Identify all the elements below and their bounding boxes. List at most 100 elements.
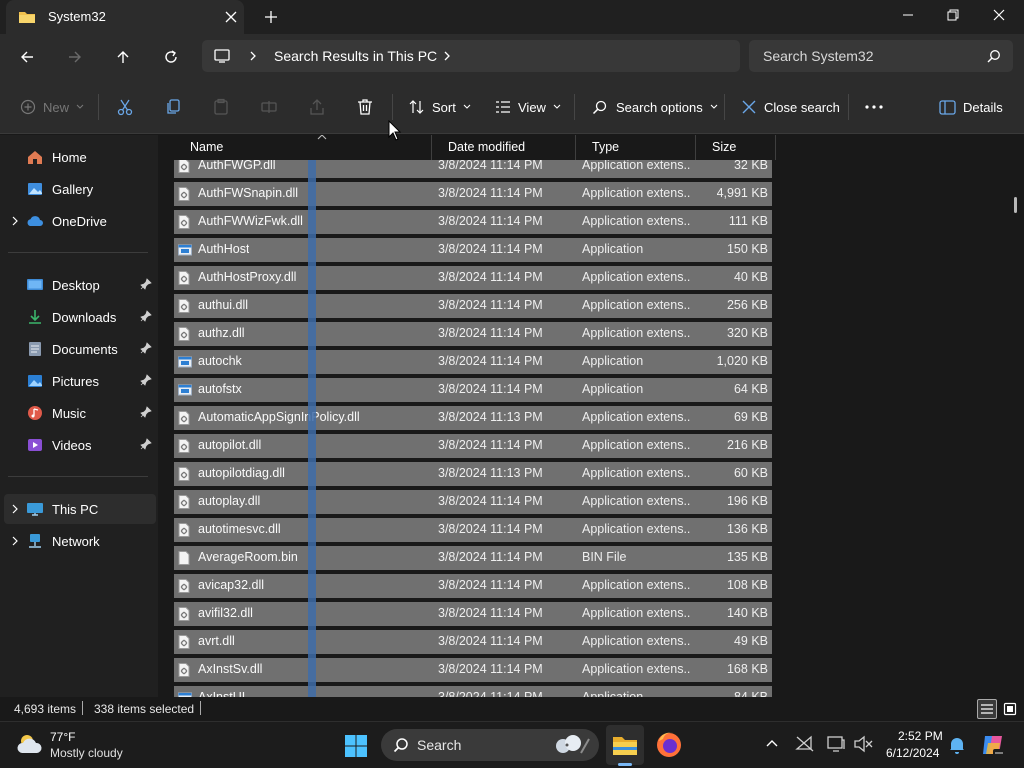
notification-bell-icon[interactable]	[948, 735, 966, 755]
view-button[interactable]: View	[495, 95, 561, 119]
delete-button[interactable]	[356, 95, 374, 119]
minimize-icon[interactable]	[885, 0, 931, 30]
large-icons-view-icon[interactable]	[1000, 699, 1020, 719]
share-button[interactable]	[308, 95, 326, 119]
dll-file-icon	[178, 663, 190, 677]
weather-cloud-icon[interactable]	[16, 732, 44, 756]
sidebar-item-this-pc[interactable]: This PC	[4, 494, 156, 524]
tab-system32[interactable]: System32	[6, 0, 244, 34]
chevron-down-icon	[710, 104, 718, 110]
table-row[interactable]: autotimesvc.dll 3/8/2024 11:14 PM Applicat…	[174, 518, 772, 542]
search-icon[interactable]	[987, 49, 1001, 63]
table-row[interactable]: AxInstUI 3/8/2024 11:14 PM Application 84 K…	[174, 686, 772, 697]
dll-file-icon	[178, 299, 190, 313]
title-bar: System32	[0, 0, 1024, 34]
up-arrow-icon[interactable]	[110, 44, 136, 70]
sort-button[interactable]: Sort	[408, 95, 471, 119]
more-options-button[interactable]	[864, 95, 884, 119]
copy-button[interactable]	[164, 95, 182, 119]
new-tab-icon[interactable]	[262, 8, 280, 26]
pictures-icon	[26, 373, 44, 389]
clock-date[interactable]: 6/12/2024	[886, 746, 939, 760]
details-view-icon[interactable]	[977, 699, 997, 719]
dll-file-icon	[178, 160, 190, 173]
table-row[interactable]: autoplay.dll 3/8/2024 11:14 PM Application…	[174, 490, 772, 514]
file-type: Application extens...	[582, 270, 690, 284]
close-search-button[interactable]: Close search	[741, 95, 840, 119]
chevron-right-icon[interactable]	[248, 50, 258, 62]
file-date-modified: 3/8/2024 11:14 PM	[438, 690, 543, 697]
sidebar-item-music[interactable]: Music	[4, 398, 156, 428]
sidebar-item-gallery[interactable]: Gallery	[4, 174, 156, 204]
dll-file-icon	[178, 411, 190, 425]
clock-time[interactable]: 2:52 PM	[898, 729, 943, 743]
details-button[interactable]: Details	[939, 95, 1003, 119]
chevron-right-icon[interactable]	[442, 50, 452, 62]
close-window-icon[interactable]	[976, 0, 1022, 30]
file-date-modified: 3/8/2024 11:14 PM	[438, 160, 543, 172]
close-tab-icon[interactable]	[222, 8, 240, 26]
column-date-modified[interactable]: Date modified	[432, 135, 576, 160]
refresh-icon[interactable]	[158, 44, 184, 70]
column-type[interactable]: Type	[576, 135, 696, 160]
table-row[interactable]: autofstx 3/8/2024 11:14 PM Application 64 K…	[174, 378, 772, 402]
table-row[interactable]: AverageRoom.bin 3/8/2024 11:14 PM BIN File…	[174, 546, 772, 570]
no-network-icon[interactable]	[795, 735, 815, 753]
sidebar-item-pictures[interactable]: Pictures	[4, 366, 156, 396]
table-row[interactable]: AuthHostProxy.dll 3/8/2024 11:14 PM Applic…	[174, 266, 772, 290]
column-size[interactable]: Size	[696, 135, 776, 160]
chevron-right-icon[interactable]	[4, 536, 26, 546]
sidebar-item-videos[interactable]: Videos	[4, 430, 156, 460]
table-row[interactable]: authui.dll 3/8/2024 11:14 PM Application e…	[174, 294, 772, 318]
volume-muted-icon[interactable]	[853, 735, 873, 753]
table-row[interactable]: AxInstSv.dll 3/8/2024 11:14 PM Application…	[174, 658, 772, 682]
new-button[interactable]: New	[20, 95, 84, 119]
taskbar-search-box[interactable]: Search	[381, 729, 599, 761]
search-input[interactable]: Search System32	[749, 40, 1013, 72]
restore-icon[interactable]	[930, 0, 976, 30]
file-date-modified: 3/8/2024 11:13 PM	[438, 466, 543, 480]
table-row[interactable]: autopilot.dll 3/8/2024 11:14 PM Applicatio…	[174, 434, 772, 458]
address-text[interactable]: Search Results in This PC	[274, 48, 437, 64]
sidebar-item-onedrive[interactable]: OneDrive	[4, 206, 156, 236]
file-size: 32 KB	[733, 160, 768, 172]
table-row[interactable]: autopilotdiag.dll 3/8/2024 11:13 PM Applic…	[174, 462, 772, 486]
chevron-right-icon[interactable]	[4, 504, 26, 514]
cut-button[interactable]	[116, 95, 134, 119]
file-explorer-taskbar-icon[interactable]	[606, 725, 644, 765]
table-row[interactable]: avifil32.dll 3/8/2024 11:14 PM Application…	[174, 602, 772, 626]
rename-button[interactable]	[260, 95, 278, 119]
sidebar-item-documents[interactable]: Documents	[4, 334, 156, 364]
table-row[interactable]: AuthHost 3/8/2024 11:14 PM Application 150 …	[174, 238, 772, 262]
scrollbar-thumb[interactable]	[1014, 197, 1017, 213]
file-size: 4,991 KB	[716, 186, 768, 200]
firefox-icon[interactable]	[655, 731, 683, 759]
back-arrow-icon[interactable]	[14, 44, 40, 70]
close-search-label: Close search	[764, 99, 840, 115]
chevron-up-icon[interactable]	[765, 738, 779, 748]
paste-button[interactable]	[212, 95, 230, 119]
table-row[interactable]: authz.dll 3/8/2024 11:14 PM Application ex…	[174, 322, 772, 346]
forward-arrow-icon[interactable]	[62, 44, 88, 70]
display-icon[interactable]	[826, 735, 846, 753]
sidebar-item-desktop[interactable]: Desktop	[4, 270, 156, 300]
table-row[interactable]: autochk 3/8/2024 11:14 PM Application 1,020…	[174, 350, 772, 374]
dll-file-icon	[178, 607, 190, 621]
sidebar-item-network[interactable]: Network	[4, 526, 156, 556]
table-row[interactable]: AuthFWWizFwk.dll 3/8/2024 11:14 PM Applica…	[174, 210, 772, 234]
table-row[interactable]: AutomaticAppSignInPolicy.dll 3/8/2024 11:…	[174, 406, 772, 430]
address-bar[interactable]: Search Results in This PC	[202, 40, 740, 72]
chevron-right-icon[interactable]	[4, 216, 26, 226]
search-options-button[interactable]: Search options	[592, 95, 718, 119]
table-row[interactable]: avicap32.dll 3/8/2024 11:14 PM Application…	[174, 574, 772, 598]
search-options-label: Search options	[616, 99, 703, 115]
windows-start-icon[interactable]	[344, 734, 368, 758]
file-type: Application	[582, 354, 644, 368]
copilot-icon[interactable]	[980, 732, 1006, 758]
sidebar-item-downloads[interactable]: Downloads	[4, 302, 156, 332]
sidebar-item-home[interactable]: Home	[4, 142, 156, 172]
file-name: AuthFWWizFwk.dll	[198, 214, 303, 228]
table-row[interactable]: AuthFWGP.dll 3/8/2024 11:14 PM Application…	[174, 160, 772, 178]
table-row[interactable]: avrt.dll 3/8/2024 11:14 PM Application ext…	[174, 630, 772, 654]
table-row[interactable]: AuthFWSnapin.dll 3/8/2024 11:14 PM Applica…	[174, 182, 772, 206]
